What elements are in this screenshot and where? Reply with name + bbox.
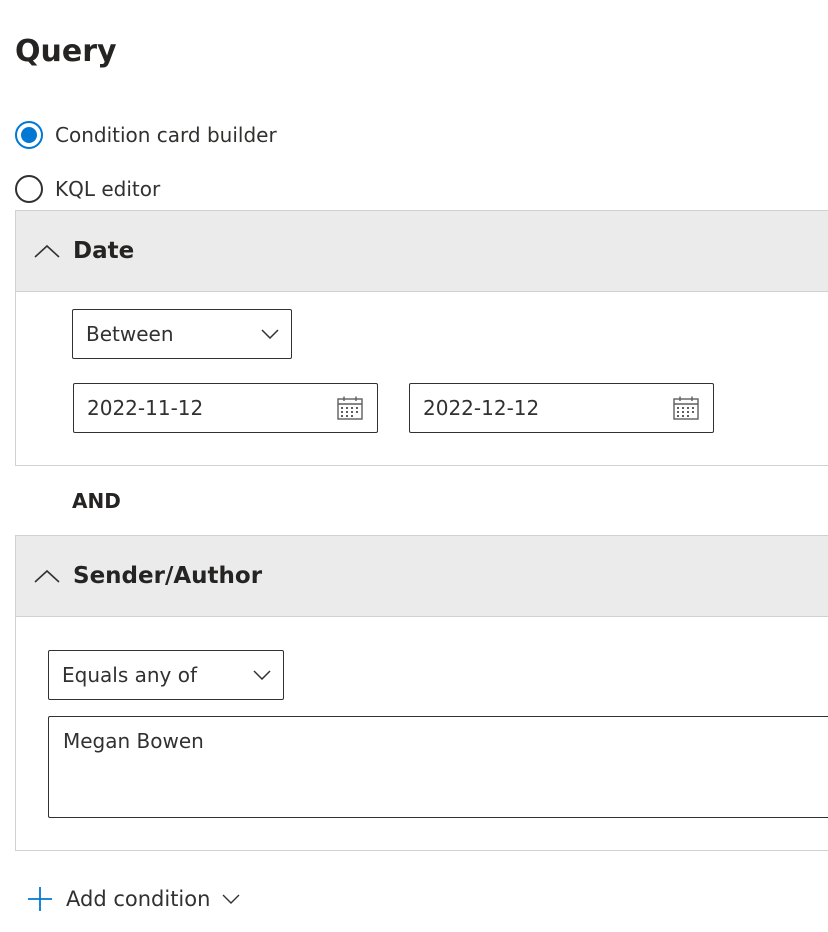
date-card-body: Between 2022-11-12 2022-12-12 bbox=[15, 292, 828, 466]
add-condition-label: Add condition bbox=[66, 887, 211, 911]
start-date-value: 2022-11-12 bbox=[87, 396, 204, 420]
sender-card-title: Sender/Author bbox=[73, 563, 263, 589]
sender-card-header[interactable]: Sender/Author bbox=[15, 535, 828, 617]
end-date-field[interactable]: 2022-12-12 bbox=[409, 383, 714, 433]
sender-values-input[interactable]: Megan Bowen bbox=[48, 716, 828, 818]
radio-label-kql-editor[interactable]: KQL editor bbox=[55, 177, 160, 201]
radio-label-condition-card-builder[interactable]: Condition card builder bbox=[55, 123, 277, 147]
calendar-icon[interactable] bbox=[673, 396, 699, 420]
plus-icon bbox=[28, 887, 52, 911]
radio-kql-editor[interactable]: KQL editor bbox=[15, 175, 160, 203]
radio-selected-icon[interactable] bbox=[15, 121, 43, 149]
calendar-icon[interactable] bbox=[337, 396, 363, 420]
chevron-down-icon bbox=[253, 670, 271, 680]
chevron-up-icon[interactable] bbox=[33, 243, 61, 259]
chevron-up-icon[interactable] bbox=[33, 568, 61, 584]
radio-condition-card-builder[interactable]: Condition card builder bbox=[15, 121, 277, 149]
sender-operator-value: Equals any of bbox=[62, 663, 197, 687]
date-operator-dropdown[interactable]: Between bbox=[72, 309, 292, 359]
sender-value: Megan Bowen bbox=[63, 729, 204, 753]
add-condition-button[interactable]: Add condition bbox=[27, 886, 240, 912]
date-operator-value: Between bbox=[86, 322, 174, 346]
end-date-value: 2022-12-12 bbox=[423, 396, 540, 420]
page-title: Query bbox=[15, 34, 117, 69]
date-card-header[interactable]: Date bbox=[15, 210, 828, 292]
radio-dot bbox=[21, 127, 37, 143]
sender-operator-dropdown[interactable]: Equals any of bbox=[48, 650, 284, 700]
start-date-field[interactable]: 2022-11-12 bbox=[73, 383, 378, 433]
date-card-title: Date bbox=[73, 238, 135, 264]
chevron-down-icon bbox=[261, 329, 279, 339]
chevron-down-icon[interactable] bbox=[222, 894, 240, 904]
radio-unselected-icon[interactable] bbox=[15, 175, 43, 203]
join-operator-label: AND bbox=[72, 489, 121, 513]
